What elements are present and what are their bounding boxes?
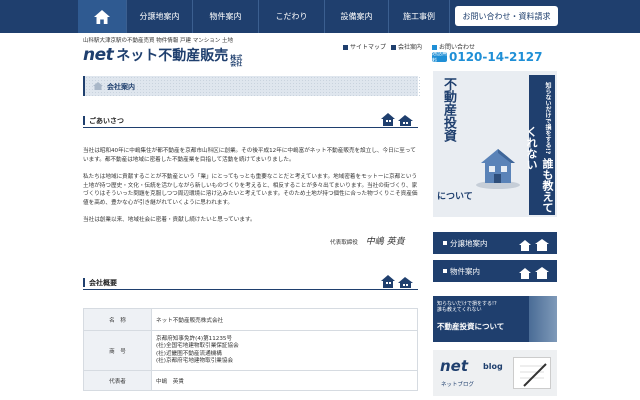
- banner-sub: について: [437, 192, 473, 202]
- greeting-heading: ごあいさつ: [83, 113, 418, 128]
- heading-bar: [83, 116, 85, 125]
- house-icon: [93, 82, 103, 90]
- heading-underline: [83, 127, 418, 128]
- sidebar-subdivision-label: 分譲地案内: [450, 238, 488, 248]
- square-bullet-icon: [443, 241, 447, 245]
- top-nav-bar: 分譲地案内 物件案内 こだわり 設備案内 施工事例 お問い合わせ・資料請求: [0, 0, 640, 33]
- nav-commitment[interactable]: こだわり: [258, 0, 324, 33]
- sidebar-subdivision-button[interactable]: 分譲地案内: [433, 232, 557, 254]
- home-icon: [94, 9, 110, 24]
- contact-button[interactable]: お問い合わせ・資料請求: [455, 6, 558, 26]
- banner-catch: 知らないだけで損をする!? 誰も教えてくれない: [525, 75, 555, 215]
- banner-title: 不動産投資: [441, 77, 456, 142]
- greeting-paragraph-3: 当社は創業以来、地域社会に密着・貢献し続けたいと思っています。: [83, 217, 256, 223]
- util-sitemap-link[interactable]: サイトマップ: [343, 42, 386, 51]
- notebook-pen-image: [513, 357, 551, 389]
- square-bullet-icon: [391, 45, 396, 50]
- nav-subdivision[interactable]: 分譲地案内: [126, 0, 192, 33]
- free-call-badge: 通話無料: [432, 51, 448, 64]
- title-bar-pattern: [85, 76, 420, 96]
- blog-banner[interactable]: net blog ネットブログ: [433, 350, 557, 396]
- util-company-link[interactable]: 会社案内: [391, 42, 422, 51]
- table-row: 名 称 ネット不動産販売株式会社: [83, 308, 418, 331]
- logo-net: net: [83, 45, 114, 65]
- table-header-cell: 代表者: [83, 370, 152, 391]
- table-value-cell: 中嶋 英貴: [151, 370, 418, 391]
- heading-underline: [83, 289, 418, 290]
- logo-kabushiki: 株式会社: [230, 55, 243, 68]
- nav-works[interactable]: 施工事例: [388, 0, 450, 33]
- overview-heading: 会社概要: [83, 275, 418, 290]
- signature: 代表取締役 中嶋 英貴: [330, 234, 405, 247]
- building-image: [529, 296, 557, 342]
- banner-catch-small: 知らないだけで損をする!?: [544, 81, 551, 155]
- square-bullet-icon: [443, 269, 447, 273]
- greeting-paragraph-1: 当社は昭和40年に中嶋集住が都不動産を京都市山科区に創業。その後平成12年に中嶋…: [83, 148, 416, 163]
- logo-company-name: ネット不動産販売: [116, 48, 229, 64]
- sidebar-properties-button[interactable]: 物件案内: [433, 260, 557, 282]
- util-sitemap-label: サイトマップ: [350, 44, 387, 51]
- blog-logo-word: blog: [483, 362, 503, 371]
- header-tagline: 山科駅大津京駅の不動産売買 物件情報 戸建 マンション 土地: [83, 38, 233, 44]
- nav-facilities[interactable]: 設備案内: [324, 0, 388, 33]
- table-value-cell: 京都府知事免許(4)第11235号 (社)全国宅地建物取引業保証協会 (社)近畿…: [151, 330, 418, 371]
- site-logo[interactable]: net ネット不動産販売 株式会社: [83, 45, 244, 68]
- table-row: 代表者 中嶋 英貴: [83, 370, 418, 391]
- phone-number[interactable]: 0120-14-2127: [449, 50, 542, 64]
- table-value-cell: ネット不動産販売株式会社: [151, 308, 418, 331]
- table-header-cell: 商 号: [83, 330, 152, 371]
- table-header-cell: 名 称: [83, 308, 152, 331]
- company-overview-table: 名 称 ネット不動産販売株式会社 商 号 京都府知事免許(4)第11235号 (…: [83, 308, 418, 391]
- investment-banner[interactable]: 知らないだけで損をする!? 誰も教えてくれない 不動産投資 について: [433, 71, 557, 217]
- nav-properties[interactable]: 物件案内: [192, 0, 258, 33]
- page-title-bar: 会社案内: [83, 76, 420, 96]
- square-bullet-icon: [343, 45, 348, 50]
- util-company-label: 会社案内: [398, 44, 423, 51]
- blog-logo-net: net: [440, 357, 469, 375]
- house-model-image: [476, 149, 520, 189]
- houses-icon: [381, 275, 413, 288]
- heading-bar: [83, 278, 85, 287]
- sidebar-properties-label: 物件案内: [450, 266, 480, 276]
- signature-title: 代表取締役: [330, 240, 358, 246]
- banner-small-line2: 誰も教えてくれない: [437, 307, 482, 313]
- investment-banner-small[interactable]: 知らないだけで損をする!? 誰も教えてくれない 不動産投資について: [433, 296, 557, 342]
- houses-icon: [519, 239, 549, 251]
- houses-icon: [381, 113, 413, 126]
- blog-subtitle: ネットブログ: [441, 382, 475, 388]
- page-title: 会社案内: [107, 83, 135, 91]
- overview-title: 会社概要: [89, 279, 117, 287]
- banner-small-catch: 知らないだけで損をする!? 誰も教えてくれない: [437, 301, 497, 313]
- greeting-paragraph-2: 私たちは地域に貢献することが不動産という「業」にとってもっとも重要なことだと考え…: [83, 174, 418, 206]
- banner-small-title: 不動産投資について: [437, 322, 505, 331]
- pen-icon: [520, 363, 547, 387]
- home-button[interactable]: [78, 0, 126, 33]
- houses-icon: [519, 267, 549, 279]
- greeting-title: ごあいさつ: [89, 117, 124, 125]
- signature-name: 中嶋 英貴: [365, 237, 405, 247]
- table-row: 商 号 京都府知事免許(4)第11235号 (社)全国宅地建物取引業保証協会 (…: [83, 330, 418, 371]
